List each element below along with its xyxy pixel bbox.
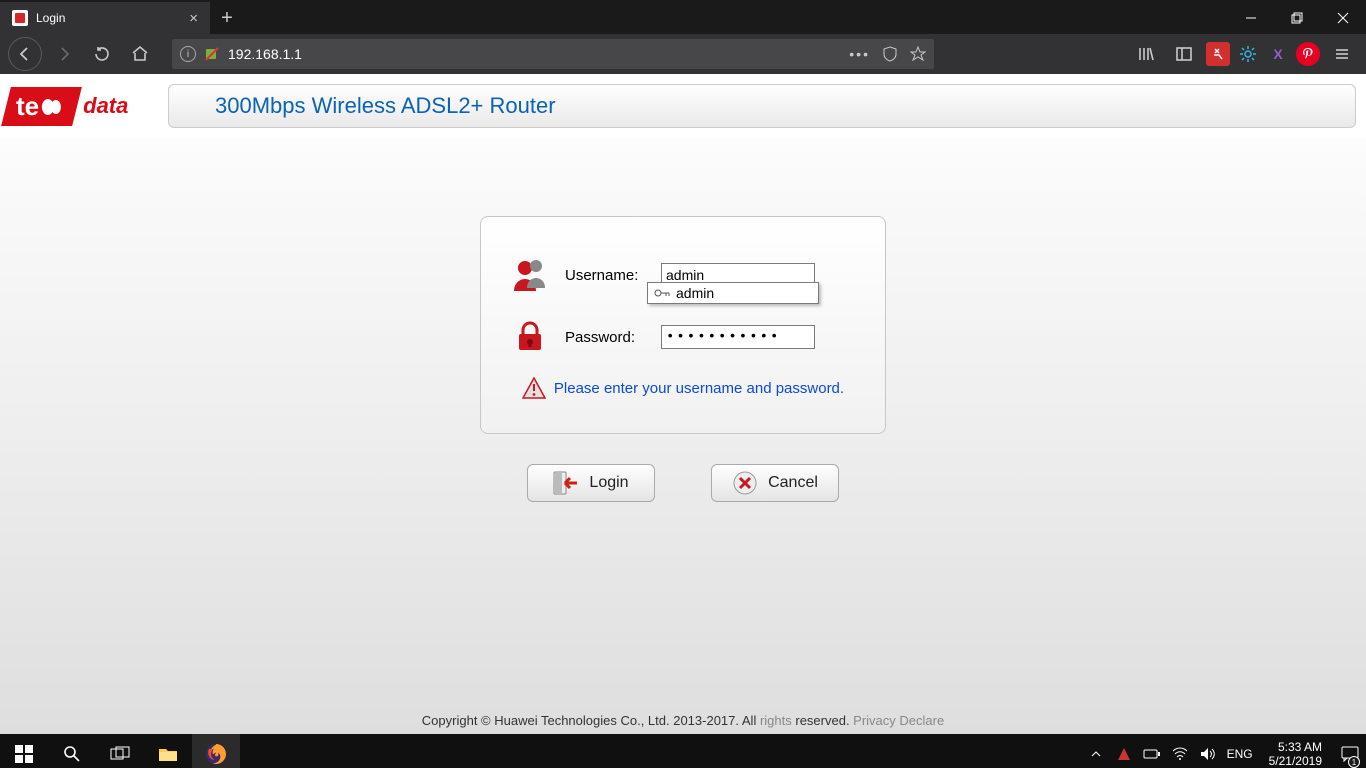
new-tab-button[interactable]: + bbox=[210, 2, 244, 34]
copyright-a: Copyright © Huawei Technologies Co., Ltd… bbox=[422, 713, 760, 728]
back-button[interactable] bbox=[8, 37, 42, 71]
logo-suffix: data bbox=[83, 93, 128, 119]
cancel-icon bbox=[732, 470, 758, 496]
tab-favicon bbox=[12, 10, 28, 26]
firefox-taskbar-button[interactable] bbox=[192, 734, 240, 768]
start-button[interactable] bbox=[0, 734, 48, 768]
login-icon bbox=[553, 470, 579, 496]
url-text: 192.168.1.1 bbox=[228, 46, 302, 62]
sidebar-button[interactable] bbox=[1168, 38, 1200, 70]
extension-pinterest-icon[interactable] bbox=[1296, 42, 1320, 66]
copyright-c: reserved. bbox=[792, 713, 853, 728]
window-maximize-button[interactable] bbox=[1274, 2, 1320, 34]
page-actions-icon[interactable]: ••• bbox=[849, 46, 870, 62]
button-row: Login Cancel bbox=[0, 464, 1366, 502]
taskbar-clock[interactable]: 5:33 AM 5/21/2019 bbox=[1263, 740, 1328, 768]
blocked-plugin-icon[interactable] bbox=[204, 46, 220, 62]
username-row: Username: admin bbox=[511, 257, 855, 293]
user-icon bbox=[511, 257, 551, 293]
language-indicator[interactable]: ENG bbox=[1227, 747, 1253, 761]
extension-red-icon[interactable] bbox=[1206, 42, 1230, 66]
extension-gear-icon[interactable] bbox=[1236, 42, 1260, 66]
taskbar: ENG 5:33 AM 5/21/2019 1 bbox=[0, 734, 1366, 768]
cancel-button[interactable]: Cancel bbox=[711, 464, 839, 502]
clock-date: 5/21/2019 bbox=[1269, 754, 1322, 768]
app-menu-button[interactable] bbox=[1326, 38, 1358, 70]
page-footer: Copyright © Huawei Technologies Co., Ltd… bbox=[0, 713, 1366, 728]
password-input[interactable] bbox=[661, 325, 815, 349]
username-autocomplete[interactable]: admin bbox=[647, 282, 819, 304]
product-title-bar: 300Mbps Wireless ADSL2+ Router bbox=[168, 84, 1356, 128]
key-icon bbox=[654, 286, 670, 300]
close-tab-icon[interactable]: × bbox=[189, 10, 198, 27]
browser-tab-strip: Login × + bbox=[0, 0, 1366, 34]
product-title: 300Mbps Wireless ADSL2+ Router bbox=[215, 93, 556, 119]
action-center-button[interactable]: 1 bbox=[1338, 734, 1362, 768]
home-button[interactable] bbox=[124, 38, 156, 70]
login-button[interactable]: Login bbox=[527, 464, 655, 502]
autocomplete-option-label: admin bbox=[676, 285, 714, 301]
battery-icon[interactable] bbox=[1143, 745, 1161, 763]
wifi-icon[interactable] bbox=[1171, 745, 1189, 763]
forward-button[interactable] bbox=[48, 38, 80, 70]
volume-icon[interactable] bbox=[1199, 745, 1217, 763]
task-view-button[interactable] bbox=[96, 734, 144, 768]
privacy-link[interactable]: Privacy Declare bbox=[853, 713, 944, 728]
browser-toolbar: i 192.168.1.1 ••• bbox=[0, 34, 1366, 74]
password-label: Password: bbox=[565, 329, 647, 346]
logo-prefix: te bbox=[16, 91, 39, 122]
tray-chevron-icon[interactable] bbox=[1087, 745, 1105, 763]
search-button[interactable] bbox=[48, 734, 96, 768]
login-button-label: Login bbox=[589, 474, 628, 492]
site-info-icon[interactable]: i bbox=[180, 46, 196, 62]
tab-title: Login bbox=[36, 11, 65, 25]
brand-logo: te data bbox=[0, 74, 160, 138]
browser-tab[interactable]: Login × bbox=[0, 2, 210, 34]
hint-row: Please enter your username and password. bbox=[511, 377, 855, 399]
page-header: te data 300Mbps Wireless ADSL2+ Router bbox=[0, 74, 1366, 138]
file-explorer-button[interactable] bbox=[144, 734, 192, 768]
reload-button[interactable] bbox=[86, 38, 118, 70]
window-close-button[interactable] bbox=[1320, 2, 1366, 34]
lock-icon bbox=[511, 319, 551, 355]
tracking-protection-icon[interactable] bbox=[882, 46, 898, 62]
cancel-button-label: Cancel bbox=[768, 474, 818, 492]
warning-icon bbox=[522, 377, 546, 399]
username-label: Username: bbox=[565, 267, 647, 284]
clock-time: 5:33 AM bbox=[1269, 740, 1322, 754]
tray-app-icon[interactable] bbox=[1115, 745, 1133, 763]
autocomplete-option[interactable]: admin bbox=[648, 283, 818, 303]
password-row: Password: bbox=[511, 319, 855, 355]
extension-x-icon[interactable]: X bbox=[1266, 42, 1290, 66]
address-bar[interactable]: i 192.168.1.1 ••• bbox=[172, 39, 934, 69]
window-minimize-button[interactable] bbox=[1228, 2, 1274, 34]
notification-badge: 1 bbox=[1348, 756, 1360, 768]
login-card: Username: admin Password: Please enter y… bbox=[480, 216, 886, 434]
hint-text: Please enter your username and password. bbox=[554, 380, 844, 397]
bookmark-star-icon[interactable] bbox=[910, 46, 926, 62]
library-button[interactable] bbox=[1130, 38, 1162, 70]
copyright-b: rights bbox=[760, 713, 792, 728]
